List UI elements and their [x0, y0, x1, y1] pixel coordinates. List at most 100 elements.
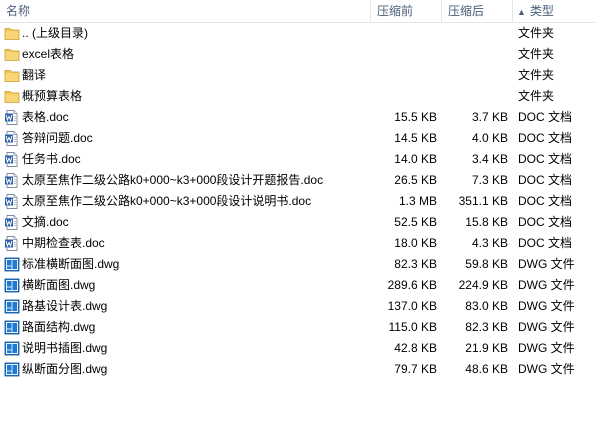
compressed-size: 137.0 KB: [387, 299, 437, 313]
file-row[interactable]: .. (上级目录) 文件夹: [0, 23, 596, 44]
after-size: 59.8 KB: [465, 257, 508, 271]
folder-icon: [4, 26, 20, 41]
file-row[interactable]: 太原至焦作二级公路k0+000~k3+000段设计开题报告.doc 26.5 KB…: [0, 170, 596, 191]
dwg-icon: [4, 278, 20, 293]
doc-icon: [4, 110, 20, 125]
file-type: DWG 文件: [518, 257, 575, 271]
after-size: 3.4 KB: [471, 152, 508, 166]
compressed-size: 15.5 KB: [394, 110, 437, 124]
folder-icon: [4, 89, 20, 104]
dwg-icon: [4, 362, 20, 377]
file-type: 文件夹: [518, 47, 555, 61]
file-list: 名称 压缩前 压缩后 ▲ 类型 .. (上级目录) 文件夹 excel表格 文件夹 翻译文…: [0, 0, 596, 432]
file-row[interactable]: 文摘.doc 52.5 KB 15.8 KB DOC 文档: [0, 212, 596, 233]
compressed-size: 289.6 KB: [387, 278, 437, 292]
file-row[interactable]: 任务书.doc 14.0 KB 3.4 KB DOC 文档: [0, 149, 596, 170]
file-row[interactable]: 路基设计表.dwg 137.0 KB 83.0 KB DWG 文件: [0, 296, 596, 317]
after-size: 15.8 KB: [465, 215, 508, 229]
after-size: [442, 44, 508, 65]
file-rows: .. (上级目录) 文件夹 excel表格 文件夹 翻译 文件夹 概预算表格 文件夹 表格.do…: [0, 23, 596, 380]
file-row[interactable]: 表格.doc 15.5 KB 3.7 KB DOC 文档: [0, 107, 596, 128]
column-compressed-header[interactable]: 压缩前: [371, 0, 442, 22]
doc-icon: [4, 194, 20, 209]
compressed-size: [371, 23, 437, 44]
compressed-size: 82.3 KB: [394, 257, 437, 271]
after-size: [442, 23, 508, 44]
file-name: 翻译: [22, 68, 47, 82]
compressed-size: 14.0 KB: [394, 152, 437, 166]
after-size: 4.3 KB: [471, 236, 508, 250]
dwg-icon: [4, 299, 20, 314]
compressed-size: [371, 86, 437, 107]
compressed-size: 1.3 MB: [398, 194, 437, 208]
dwg-icon: [4, 341, 20, 356]
file-name: 中期检查表.doc: [22, 236, 105, 250]
column-type-header[interactable]: ▲ 类型: [513, 0, 596, 22]
file-type: DWG 文件: [518, 299, 575, 313]
column-after-header[interactable]: 压缩后: [442, 0, 513, 22]
file-name: 概预算表格: [22, 89, 83, 103]
file-type: DOC 文档: [518, 131, 573, 145]
file-type: 文件夹: [518, 89, 555, 103]
folder-icon: [4, 68, 20, 83]
after-size: [442, 86, 508, 107]
file-name: 太原至焦作二级公路k0+000~k3+000段设计开题报告.doc: [22, 173, 324, 187]
column-header: 名称 压缩前 压缩后 ▲ 类型: [0, 0, 596, 23]
compressed-size: 79.7 KB: [394, 362, 437, 376]
file-type: DWG 文件: [518, 278, 575, 292]
file-row[interactable]: 翻译 文件夹: [0, 65, 596, 86]
column-type-label: 类型: [529, 4, 554, 18]
file-name: 任务书.doc: [22, 152, 81, 166]
file-type: DOC 文档: [518, 236, 573, 250]
doc-icon: [4, 236, 20, 251]
file-row[interactable]: 答辩问题.doc 14.5 KB 4.0 KB DOC 文档: [0, 128, 596, 149]
file-row[interactable]: 路面结构.dwg 115.0 KB 82.3 KB DWG 文件: [0, 317, 596, 338]
file-type: DWG 文件: [518, 341, 575, 355]
file-name: 路面结构.dwg: [22, 320, 96, 334]
file-row[interactable]: excel表格 文件夹: [0, 44, 596, 65]
after-size: 3.7 KB: [471, 110, 508, 124]
file-name: 说明书插图.dwg: [22, 341, 108, 355]
file-row[interactable]: 太原至焦作二级公路k0+000~k3+000段设计说明书.doc 1.3 MB 35…: [0, 191, 596, 212]
file-name: 纵断面分图.dwg: [22, 362, 108, 376]
compressed-size: 52.5 KB: [394, 215, 437, 229]
file-row[interactable]: 横断面图.dwg 289.6 KB 224.9 KB DWG 文件: [0, 275, 596, 296]
file-type: DWG 文件: [518, 320, 575, 334]
file-name: 表格.doc: [22, 110, 69, 124]
sort-ascending-icon: ▲: [517, 7, 526, 17]
file-name: 太原至焦作二级公路k0+000~k3+000段设计说明书.doc: [22, 194, 312, 208]
dwg-icon: [4, 320, 20, 335]
file-row[interactable]: 中期检查表.doc 18.0 KB 4.3 KB DOC 文档: [0, 233, 596, 254]
column-name-header[interactable]: 名称: [0, 0, 371, 22]
file-name: .. (上级目录): [22, 26, 88, 40]
file-name: excel表格: [22, 47, 75, 61]
after-size: 82.3 KB: [465, 320, 508, 334]
after-size: 4.0 KB: [471, 131, 508, 145]
file-name: 横断面图.dwg: [22, 278, 96, 292]
file-row[interactable]: 标准横断面图.dwg 82.3 KB 59.8 KB DWG 文件: [0, 254, 596, 275]
dwg-icon: [4, 257, 20, 272]
file-name: 文摘.doc: [22, 215, 69, 229]
file-row[interactable]: 说明书插图.dwg 42.8 KB 21.9 KB DWG 文件: [0, 338, 596, 359]
doc-icon: [4, 173, 20, 188]
after-size: 224.9 KB: [458, 278, 508, 292]
after-size: 7.3 KB: [471, 173, 508, 187]
file-type: DOC 文档: [518, 215, 573, 229]
column-name-label: 名称: [6, 4, 31, 18]
file-type: 文件夹: [518, 68, 555, 82]
file-row[interactable]: 纵断面分图.dwg 79.7 KB 48.6 KB DWG 文件: [0, 359, 596, 380]
file-name: 答辩问题.doc: [22, 131, 93, 145]
file-type: DOC 文档: [518, 110, 573, 124]
file-name: 路基设计表.dwg: [22, 299, 108, 313]
after-size: 21.9 KB: [465, 341, 508, 355]
compressed-size: 115.0 KB: [388, 320, 437, 334]
after-size: 351.1 KB: [458, 194, 508, 208]
column-after-label: 压缩后: [448, 4, 485, 18]
compressed-size: [371, 44, 437, 65]
doc-icon: [4, 152, 20, 167]
file-type: DOC 文档: [518, 152, 573, 166]
file-type: DOC 文档: [518, 194, 573, 208]
file-type: 文件夹: [518, 26, 555, 40]
file-name: 标准横断面图.dwg: [22, 257, 120, 271]
file-row[interactable]: 概预算表格 文件夹: [0, 86, 596, 107]
